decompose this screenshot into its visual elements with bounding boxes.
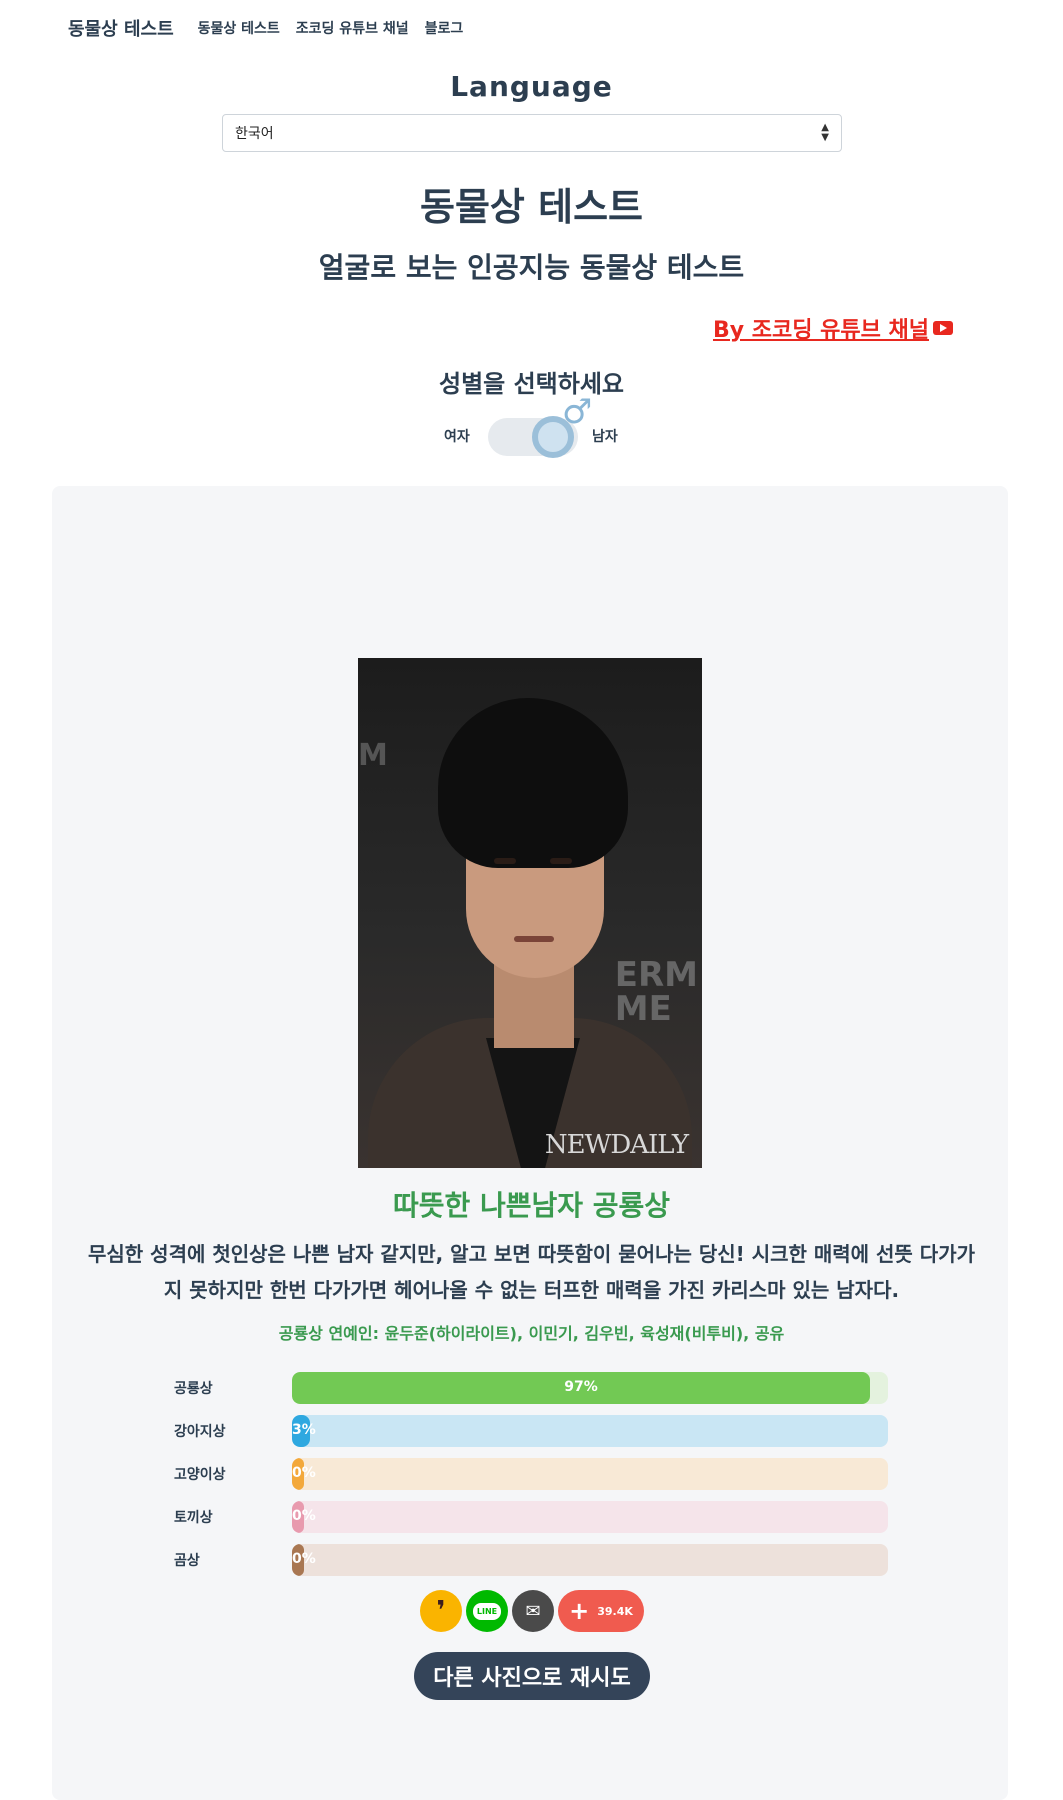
bar-percent: 97% xyxy=(564,1379,598,1395)
page-title: 동물상 테스트 xyxy=(420,185,643,229)
bar-row-dinosaur: 공룡상 97% xyxy=(174,1370,888,1413)
language-selected-value: 한국어 xyxy=(235,126,274,142)
kakao-share-button[interactable]: ❜ xyxy=(420,1590,462,1632)
bar-row-dog: 강아지상 3% xyxy=(174,1413,888,1456)
photo-eye-right xyxy=(550,858,572,864)
bar-track: 0% xyxy=(292,1501,888,1533)
bar-row-rabbit: 토끼상 0% xyxy=(174,1499,888,1542)
gender-prompt: 성별을 선택하세요 xyxy=(439,370,624,398)
uploaded-photo: M ERM ME NEWDAILY xyxy=(358,658,702,1168)
email-share-button[interactable]: ✉ xyxy=(512,1590,554,1632)
result-bars: 공룡상 97% 강아지상 3% 고양이상 0% 토끼상 0% 곰상 0% xyxy=(174,1370,888,1585)
youtube-channel-link-text: By 조코딩 유튜브 채널 xyxy=(712,318,929,343)
bar-percent: 3% xyxy=(292,1422,316,1438)
nav-link-youtube[interactable]: 조코딩 유튜브 채널 xyxy=(296,18,409,38)
gender-male-label: 남자 xyxy=(592,429,618,445)
result-description: 무심한 성격에 첫인상은 나쁜 남자 같지만, 알고 보면 따뜻함이 묻어나는 … xyxy=(88,1242,975,1302)
bar-label: 고양이상 xyxy=(174,1467,226,1483)
bar-track: 0% xyxy=(292,1458,888,1490)
nav-brand[interactable]: 동물상 테스트 xyxy=(68,15,174,41)
bar-track: 97% xyxy=(292,1372,888,1404)
photo-backdrop-text-left: M xyxy=(358,738,388,773)
bar-percent: 0% xyxy=(292,1551,316,1567)
gender-female-label: 여자 xyxy=(444,429,470,445)
top-nav: 동물상 테스트 동물상 테스트 조코딩 유튜브 채널 블로그 xyxy=(0,0,1063,56)
share-buttons: ❜ LINE ✉ + 39.4K xyxy=(420,1590,644,1632)
youtube-channel-link[interactable]: By 조코딩 유튜브 채널 xyxy=(713,312,953,344)
more-share-button[interactable]: + 39.4K xyxy=(558,1590,644,1632)
envelope-icon: ✉ xyxy=(525,1600,541,1622)
bar-track: 3% xyxy=(292,1415,888,1447)
youtube-icon xyxy=(933,321,953,335)
bar-label: 강아지상 xyxy=(174,1424,226,1440)
language-select[interactable]: 한국어 ▲ ▼ xyxy=(222,114,842,152)
bar-track: 0% xyxy=(292,1544,888,1576)
photo-watermark: NEWDAILY xyxy=(544,1130,689,1160)
plus-icon: + xyxy=(569,1597,590,1625)
page-subtitle: 얼굴로 보는 인공지능 동물상 테스트 xyxy=(318,251,745,284)
result-title: 따뜻한 나쁜남자 공룡상 xyxy=(392,1189,671,1222)
language-title: Language xyxy=(450,70,613,103)
male-symbol-icon: ♂ xyxy=(562,392,593,432)
photo-eye-left xyxy=(494,858,516,864)
photo-hair xyxy=(438,698,628,868)
kakao-icon: ❜ xyxy=(436,1596,446,1626)
result-celebrities: 공룡상 연예인: 윤두준(하이라이트), 이민기, 김우빈, 육성재(비투비),… xyxy=(278,1324,785,1343)
photo-backdrop-text-right: ERM ME xyxy=(614,955,698,1029)
gender-selector: 여자 ♂ 남자 xyxy=(0,392,1063,458)
bar-row-bear: 곰상 0% xyxy=(174,1542,888,1585)
bar-label: 공룡상 xyxy=(174,1381,213,1397)
bar-percent: 0% xyxy=(292,1508,316,1524)
select-arrows-icon: ▲ ▼ xyxy=(821,122,829,143)
bar-row-cat: 고양이상 0% xyxy=(174,1456,888,1499)
share-count: 39.4K xyxy=(597,1604,633,1618)
retry-button[interactable]: 다른 사진으로 재시도 xyxy=(414,1652,650,1700)
bar-label: 곰상 xyxy=(174,1553,200,1569)
nav-link-blog[interactable]: 블로그 xyxy=(425,18,464,38)
bar-percent: 0% xyxy=(292,1465,316,1481)
bar-label: 토끼상 xyxy=(174,1510,213,1526)
photo-mouth xyxy=(514,936,554,942)
line-share-button[interactable]: LINE xyxy=(466,1590,508,1632)
nav-link-test[interactable]: 동물상 테스트 xyxy=(198,18,280,38)
line-icon: LINE xyxy=(472,1602,502,1620)
